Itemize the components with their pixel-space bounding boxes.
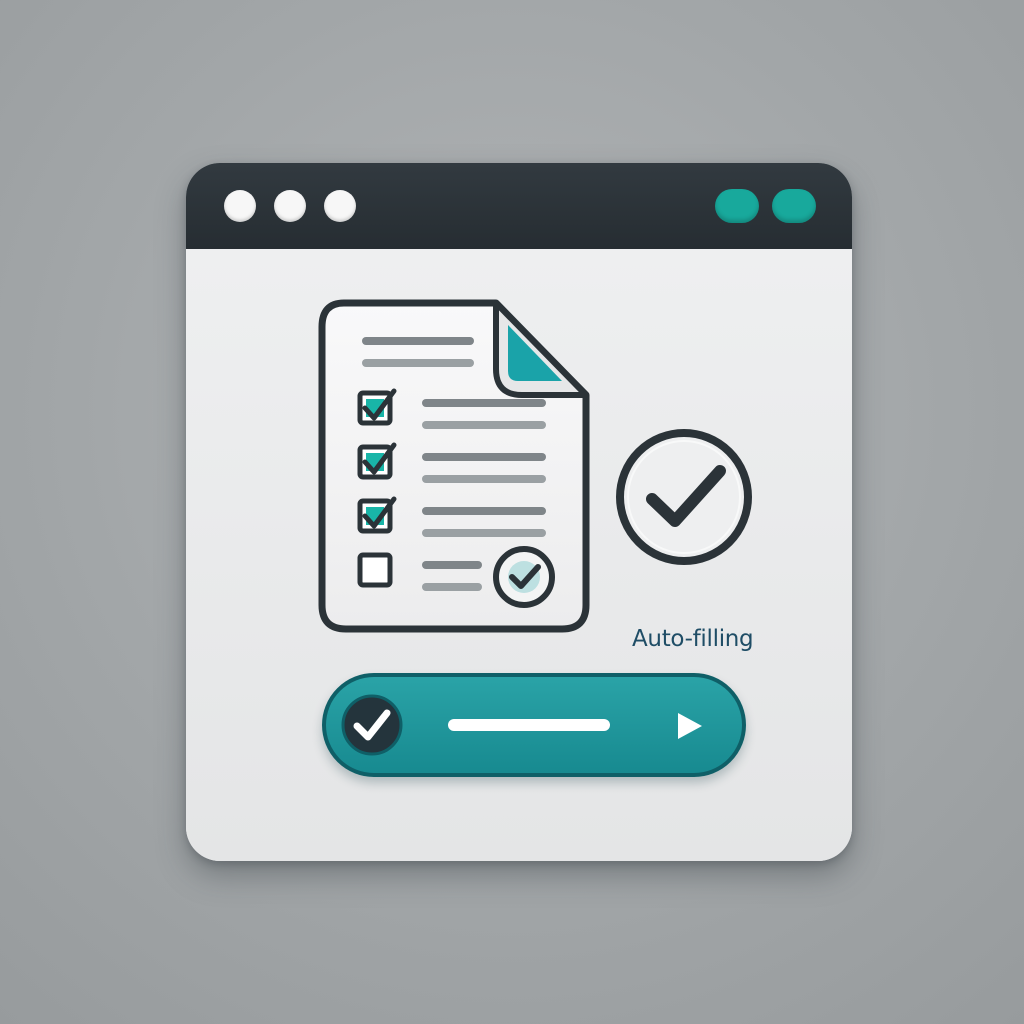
titlebar-pill-button-2[interactable]: [772, 189, 816, 223]
status-label: Auto-filling: [632, 626, 754, 652]
window-dot-minimize[interactable]: [274, 190, 306, 222]
title-bar: [186, 163, 852, 249]
window-dot-close[interactable]: [224, 190, 256, 222]
progress-line: [448, 719, 610, 731]
app-window: Auto-filling: [186, 163, 852, 861]
arrow-right-icon: [678, 713, 702, 739]
window-dot-maximize[interactable]: [324, 190, 356, 222]
small-check-badge-icon: [493, 546, 555, 608]
check-circle-icon: [616, 429, 752, 565]
checklist-document-icon: [318, 299, 590, 633]
window-content: Auto-filling: [186, 249, 852, 861]
titlebar-pill-button-1[interactable]: [715, 189, 759, 223]
autofill-action-bar[interactable]: [322, 673, 746, 777]
check-circle-icon: [341, 694, 403, 756]
